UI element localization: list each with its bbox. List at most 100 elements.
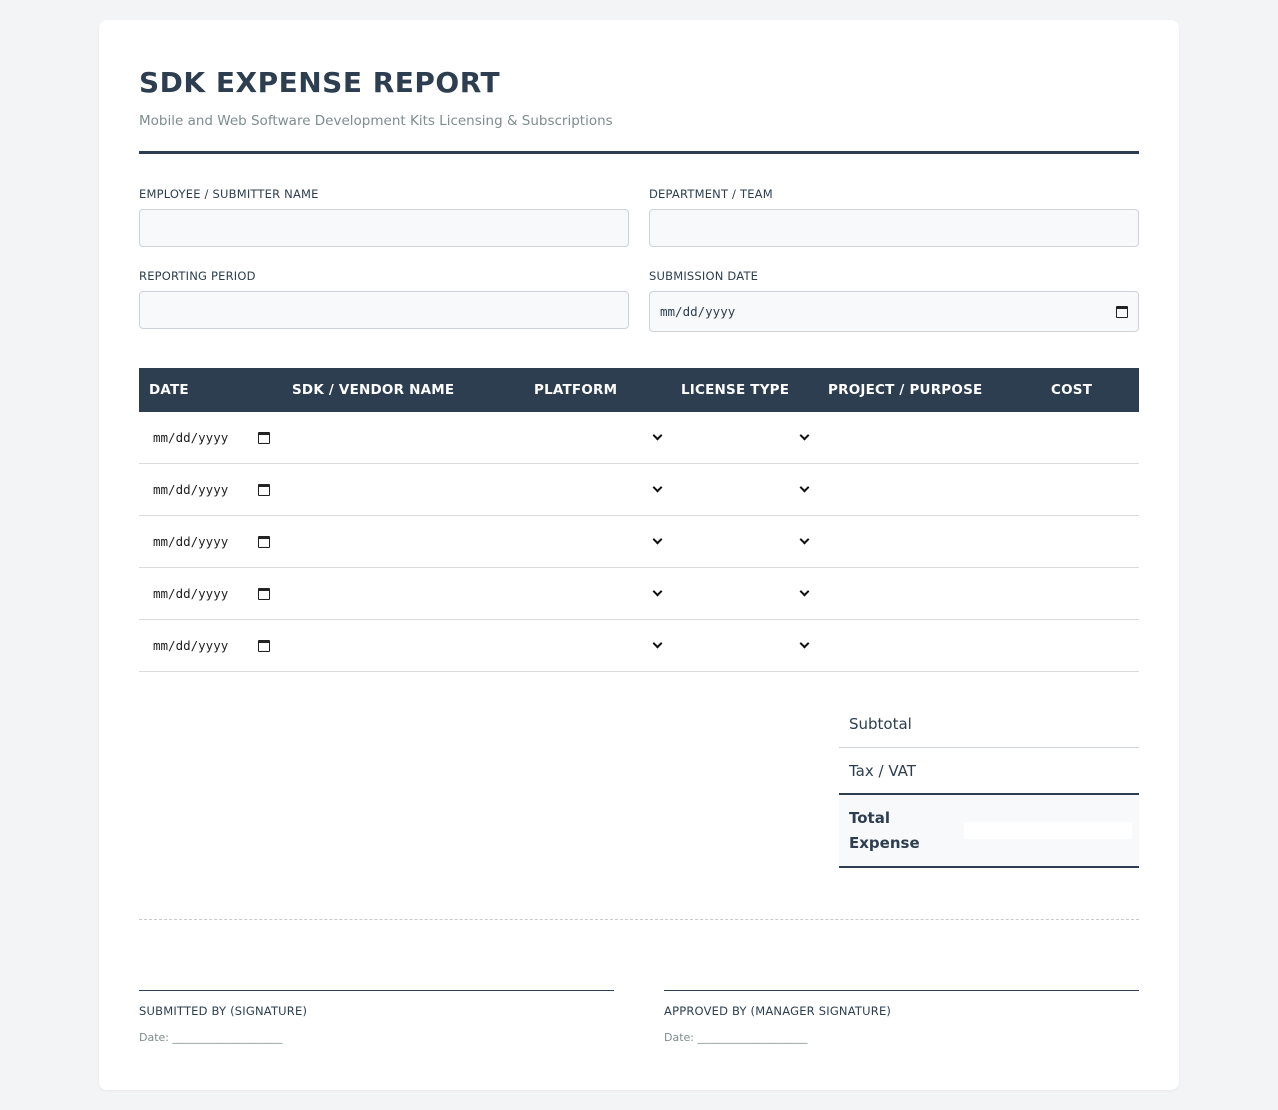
row-cost-input[interactable] xyxy=(1041,412,1139,463)
submitted-date-line: Date: ____________________ xyxy=(139,1031,283,1044)
submission-field-group: SUBMISSION DATE mm/dd/yyyy xyxy=(649,269,1139,332)
approved-signature-label: APPROVED BY (MANAGER SIGNATURE) xyxy=(664,1004,892,1018)
approved-signature-block: APPROVED BY (MANAGER SIGNATURE) Date: __… xyxy=(664,990,1139,1044)
row-vendor-input[interactable] xyxy=(282,620,524,671)
table-row: mm/dd/yyyy xyxy=(139,516,1139,568)
expense-table: DATE SDK / VENDOR NAME PLATFORM LICENSE … xyxy=(139,368,1139,672)
calendar-icon[interactable] xyxy=(258,535,270,548)
table-row: mm/dd/yyyy xyxy=(139,620,1139,672)
row-project-input[interactable] xyxy=(818,516,1041,567)
row-platform-select[interactable] xyxy=(524,412,671,463)
calendar-icon[interactable] xyxy=(258,483,270,496)
approved-date-line: Date: ____________________ xyxy=(664,1031,808,1044)
row-cost-input[interactable] xyxy=(1041,516,1139,567)
total-row: Total Expense xyxy=(839,795,1139,868)
page-title: SDK EXPENSE REPORT xyxy=(139,66,501,99)
submission-date-placeholder: mm/dd/yyyy xyxy=(660,304,736,319)
header-project: PROJECT / PURPOSE xyxy=(828,382,983,398)
subtotal-row: Subtotal xyxy=(839,701,1139,748)
chevron-down-icon xyxy=(652,586,663,597)
header-license-type: LICENSE TYPE xyxy=(681,382,790,398)
row-vendor-input[interactable] xyxy=(282,568,524,619)
chevron-down-icon xyxy=(652,482,663,493)
header-cost: COST xyxy=(1051,382,1093,398)
report-card: SDK EXPENSE REPORT Mobile and Web Softwa… xyxy=(99,20,1179,1090)
date-placeholder: mm/dd/yyyy xyxy=(153,430,229,445)
row-platform-select[interactable] xyxy=(524,464,671,515)
date-placeholder: mm/dd/yyyy xyxy=(153,586,229,601)
chevron-down-icon xyxy=(799,534,810,545)
total-label: Total Expense xyxy=(839,806,964,856)
calendar-icon[interactable] xyxy=(258,431,270,444)
employee-field-group: EMPLOYEE / SUBMITTER NAME xyxy=(139,187,629,247)
chevron-down-icon xyxy=(799,638,810,649)
table-row: mm/dd/yyyy xyxy=(139,568,1139,620)
period-field-group: REPORTING PERIOD xyxy=(139,269,629,329)
page-subtitle: Mobile and Web Software Development Kits… xyxy=(139,113,613,129)
table-row: mm/dd/yyyy xyxy=(139,464,1139,516)
row-vendor-input[interactable] xyxy=(282,516,524,567)
row-date-input[interactable]: mm/dd/yyyy xyxy=(139,620,282,671)
department-input[interactable] xyxy=(649,209,1139,247)
submitted-signature-block: SUBMITTED BY (SIGNATURE) Date: _________… xyxy=(139,990,614,1044)
row-cost-input[interactable] xyxy=(1041,620,1139,671)
date-placeholder: mm/dd/yyyy xyxy=(153,534,229,549)
employee-label: EMPLOYEE / SUBMITTER NAME xyxy=(139,187,319,201)
row-license-select[interactable] xyxy=(671,516,818,567)
employee-name-input[interactable] xyxy=(139,209,629,247)
row-date-input[interactable]: mm/dd/yyyy xyxy=(139,412,282,463)
chevron-down-icon xyxy=(799,430,810,441)
period-label: REPORTING PERIOD xyxy=(139,269,256,283)
table-header: DATE SDK / VENDOR NAME PLATFORM LICENSE … xyxy=(139,368,1139,412)
approved-signature-line[interactable] xyxy=(664,990,1139,991)
calendar-icon[interactable] xyxy=(1116,305,1128,318)
row-date-input[interactable]: mm/dd/yyyy xyxy=(139,516,282,567)
tax-label: Tax / VAT xyxy=(849,761,916,780)
row-license-select[interactable] xyxy=(671,568,818,619)
calendar-icon[interactable] xyxy=(258,639,270,652)
totals-summary: Subtotal Tax / VAT Total Expense xyxy=(839,701,1139,868)
submitted-signature-label: SUBMITTED BY (SIGNATURE) xyxy=(139,1004,308,1018)
row-cost-input[interactable] xyxy=(1041,464,1139,515)
tax-row: Tax / VAT xyxy=(839,748,1139,795)
row-cost-input[interactable] xyxy=(1041,568,1139,619)
date-placeholder: mm/dd/yyyy xyxy=(153,638,229,653)
row-project-input[interactable] xyxy=(818,620,1041,671)
row-project-input[interactable] xyxy=(818,464,1041,515)
row-platform-select[interactable] xyxy=(524,516,671,567)
section-divider xyxy=(139,919,1139,920)
submitted-signature-line[interactable] xyxy=(139,990,614,991)
chevron-down-icon xyxy=(652,638,663,649)
header-divider xyxy=(139,151,1139,154)
total-label-line-1: Total xyxy=(849,808,890,827)
date-placeholder: mm/dd/yyyy xyxy=(153,482,229,497)
row-license-select[interactable] xyxy=(671,620,818,671)
department-field-group: DEPARTMENT / TEAM xyxy=(649,187,1139,247)
table-row: mm/dd/yyyy xyxy=(139,412,1139,464)
header-vendor: SDK / VENDOR NAME xyxy=(292,382,455,398)
row-license-select[interactable] xyxy=(671,464,818,515)
row-vendor-input[interactable] xyxy=(282,412,524,463)
total-expense-value xyxy=(964,822,1132,839)
reporting-period-input[interactable] xyxy=(139,291,629,329)
chevron-down-icon xyxy=(652,430,663,441)
subtotal-label: Subtotal xyxy=(849,715,912,733)
chevron-down-icon xyxy=(799,586,810,597)
chevron-down-icon xyxy=(652,534,663,545)
header-date: DATE xyxy=(149,382,189,398)
row-date-input[interactable]: mm/dd/yyyy xyxy=(139,464,282,515)
header-platform: PLATFORM xyxy=(534,382,618,398)
row-vendor-input[interactable] xyxy=(282,464,524,515)
row-project-input[interactable] xyxy=(818,412,1041,463)
submission-date-input[interactable]: mm/dd/yyyy xyxy=(649,291,1139,332)
chevron-down-icon xyxy=(799,482,810,493)
submission-label: SUBMISSION DATE xyxy=(649,269,759,283)
row-license-select[interactable] xyxy=(671,412,818,463)
row-platform-select[interactable] xyxy=(524,568,671,619)
calendar-icon[interactable] xyxy=(258,587,270,600)
department-label: DEPARTMENT / TEAM xyxy=(649,187,773,201)
total-label-line-2: Expense xyxy=(849,833,920,852)
row-date-input[interactable]: mm/dd/yyyy xyxy=(139,568,282,619)
row-platform-select[interactable] xyxy=(524,620,671,671)
row-project-input[interactable] xyxy=(818,568,1041,619)
